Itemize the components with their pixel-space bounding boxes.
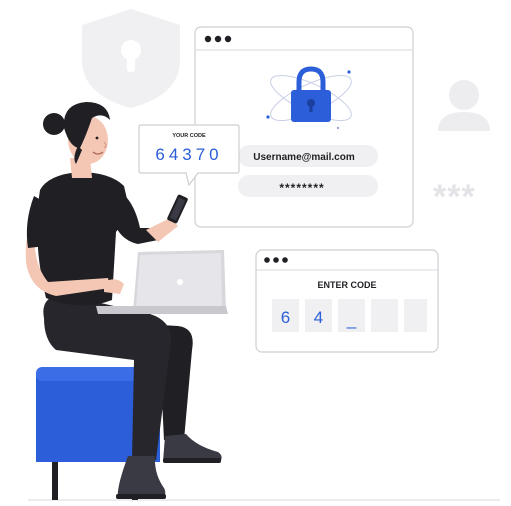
shield-keyhole-icon (82, 9, 180, 108)
code-digit: 4 (314, 308, 323, 327)
shoe (116, 456, 166, 499)
user-silhouette-icon (438, 80, 490, 131)
username-value: Username@mail.com (253, 152, 355, 163)
username-field[interactable]: Username@mail.com (238, 145, 378, 167)
enter-code-title: ENTER CODE (317, 280, 376, 290)
enter-code-window: ENTER CODE 6 4 _ (255, 249, 439, 353)
code-digit-box[interactable] (371, 299, 398, 332)
code-bubble-title: YOUR CODE (172, 133, 206, 139)
window-dots (204, 35, 232, 43)
code-digit: _ (346, 310, 357, 329)
code-bubble-code: 64370 (155, 145, 222, 164)
background-asterisks: *** (433, 178, 476, 216)
password-mask: ******** (279, 181, 324, 195)
hand (104, 279, 124, 294)
code-digit: 6 (281, 308, 290, 327)
shoe (163, 434, 222, 463)
code-digit-box[interactable]: 6 (272, 299, 299, 332)
phone (167, 194, 188, 224)
password-field[interactable]: ******** (238, 175, 378, 197)
code-digit-box[interactable]: _ (338, 299, 365, 332)
code-digit-box[interactable] (404, 299, 427, 332)
window-dots (264, 257, 288, 263)
code-digit-box[interactable]: 4 (305, 299, 332, 332)
